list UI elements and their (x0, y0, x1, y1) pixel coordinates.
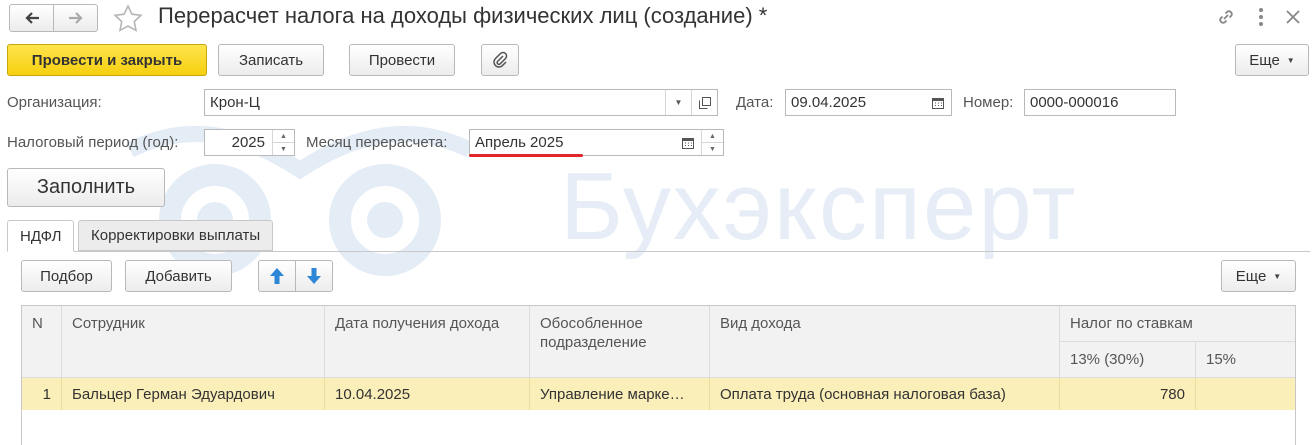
month-value: Апрель 2025 (475, 134, 564, 151)
row-rate-13[interactable]: 780 (1060, 378, 1196, 410)
header-division[interactable]: Обособленное подразделение (530, 306, 710, 378)
row-employee[interactable]: Бальцер Герман Эдуардович (62, 378, 325, 410)
arrow-left-icon (24, 12, 39, 24)
header-rate-13[interactable]: 13% (30%) (1060, 342, 1196, 378)
post-and-close-button[interactable]: Провести и закрыть (7, 44, 207, 76)
date-calendar-button[interactable] (925, 90, 951, 115)
more-menu-button[interactable]: Еще ▼ (1235, 44, 1309, 76)
row-division[interactable]: Управление марке… (530, 378, 710, 410)
org-label: Организация: (7, 94, 102, 111)
period-field[interactable]: 2025 ▲ ▼ (204, 129, 295, 156)
ndfl-table: N Сотрудник Дата получения дохода Обособ… (21, 305, 1296, 445)
move-down-button[interactable] (295, 260, 333, 292)
more-menu-label: Еще (1249, 51, 1280, 69)
month-label: Месяц перерасчета: (306, 134, 448, 151)
date-label: Дата: (736, 94, 774, 111)
header-tax-by-rates[interactable]: Налог по ставкам (1060, 306, 1295, 342)
open-window-icon (698, 96, 711, 109)
nav-forward-button[interactable] (53, 4, 98, 32)
number-value: 0000-000016 (1030, 94, 1119, 111)
arrow-down-icon (307, 268, 321, 284)
page-title: Перерасчет налога на доходы физических л… (158, 3, 768, 28)
calendar-icon (932, 97, 944, 109)
calendar-icon (682, 137, 694, 149)
paperclip-icon (493, 51, 508, 68)
save-button[interactable]: Записать (218, 44, 324, 76)
header-n[interactable]: N (22, 306, 62, 378)
org-field[interactable]: Крон-Ц ▼ (204, 89, 718, 116)
month-stepper[interactable]: ▲ ▼ (701, 130, 723, 155)
table-more-menu-button[interactable]: Еще ▼ (1221, 260, 1296, 292)
attach-button[interactable] (481, 44, 519, 76)
caret-down-icon: ▼ (1286, 55, 1295, 65)
month-calendar-button[interactable] (675, 130, 701, 155)
stepper-down-icon[interactable]: ▼ (273, 142, 294, 155)
caret-down-icon: ▼ (1273, 271, 1282, 281)
org-dropdown-button[interactable]: ▼ (665, 90, 691, 115)
period-stepper[interactable]: ▲ ▼ (272, 130, 294, 155)
add-button[interactable]: Добавить (125, 260, 232, 292)
pick-button[interactable]: Подбор (21, 260, 112, 292)
kebab-menu-icon[interactable] (1256, 6, 1266, 28)
link-icon[interactable] (1215, 6, 1237, 32)
row-n: 1 (22, 378, 62, 410)
stepper-up-icon[interactable]: ▲ (702, 130, 723, 142)
tab-payment-corrections[interactable]: Корректировки выплаты (78, 220, 274, 251)
period-value: 2025 (231, 134, 265, 151)
org-open-button[interactable] (691, 90, 717, 115)
highlight-underline (469, 154, 583, 157)
fill-button[interactable]: Заполнить (7, 168, 165, 207)
row-income-date[interactable]: 10.04.2025 (325, 378, 530, 410)
favorite-star-icon[interactable] (112, 3, 144, 35)
stepper-up-icon[interactable]: ▲ (273, 130, 294, 142)
caret-down-icon: ▼ (674, 98, 683, 107)
watermark-text: Бухэксперт (560, 153, 1078, 260)
header-rate-15[interactable]: 15% (1196, 342, 1295, 378)
date-field[interactable]: 09.04.2025 (785, 89, 952, 116)
arrow-right-icon (68, 12, 83, 24)
number-label: Номер: (963, 94, 1014, 111)
nav-back-button[interactable] (9, 4, 54, 32)
close-icon[interactable] (1282, 6, 1304, 32)
tab-ndfl[interactable]: НДФЛ (7, 220, 75, 252)
table-more-label: Еще (1235, 267, 1267, 285)
row-income-type[interactable]: Оплата труда (основная налоговая база) (710, 378, 1060, 410)
header-employee[interactable]: Сотрудник (62, 306, 325, 378)
stepper-down-icon[interactable]: ▼ (702, 142, 723, 155)
header-income-date[interactable]: Дата получения дохода (325, 306, 530, 378)
header-income-type[interactable]: Вид дохода (710, 306, 1060, 378)
move-up-button[interactable] (258, 260, 296, 292)
date-value: 09.04.2025 (791, 94, 867, 111)
month-field[interactable]: Апрель 2025 ▲ ▼ (469, 129, 724, 156)
number-field[interactable]: 0000-000016 (1024, 89, 1176, 116)
arrow-up-icon (270, 268, 284, 284)
row-rate-15[interactable] (1196, 378, 1295, 410)
period-label: Налоговый период (год): (7, 134, 179, 151)
org-value: Крон-Ц (210, 94, 260, 111)
tabs-line (7, 251, 1310, 252)
post-button[interactable]: Провести (349, 44, 455, 76)
